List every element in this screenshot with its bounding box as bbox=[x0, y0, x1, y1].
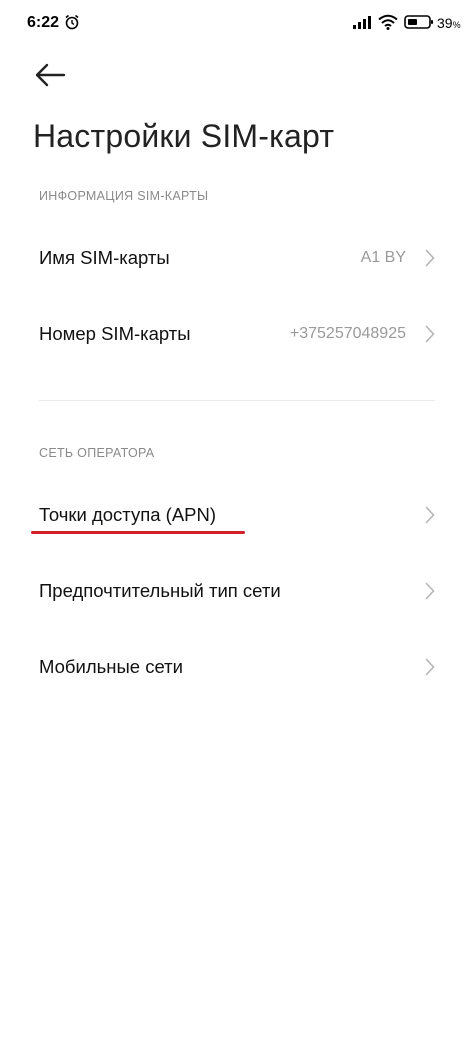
signal-icon bbox=[353, 16, 371, 29]
chevron-right-icon bbox=[425, 249, 435, 267]
chevron-right-icon bbox=[425, 658, 435, 676]
chevron-right-icon bbox=[425, 506, 435, 524]
row-access-points-apn[interactable]: Точки доступа (APN) bbox=[0, 480, 474, 550]
arrow-left-icon bbox=[35, 63, 66, 87]
page-title: Настройки SIM-карт bbox=[33, 118, 335, 154]
status-bar: 6:22 39% bbox=[0, 0, 474, 44]
row-label: Имя SIM-карты bbox=[39, 247, 170, 268]
row-label: Мобильные сети bbox=[39, 656, 183, 677]
row-label: Точки доступа (APN) bbox=[39, 504, 217, 525]
battery-icon bbox=[404, 15, 433, 29]
row-label: Номер SIM-карты bbox=[39, 323, 191, 344]
row-preferred-network-type[interactable]: Предпочтительный тип сети bbox=[0, 556, 474, 626]
row-label: Предпочтительный тип сети bbox=[39, 580, 281, 601]
battery-percentage: 39% bbox=[437, 15, 461, 31]
chevron-right-icon bbox=[425, 325, 435, 343]
row-value: A1 BY bbox=[360, 249, 406, 266]
highlight-underline bbox=[31, 531, 245, 534]
status-time: 6:22 bbox=[27, 14, 60, 31]
alarm-icon bbox=[65, 14, 79, 30]
back-button[interactable] bbox=[34, 60, 74, 90]
chevron-right-icon bbox=[425, 582, 435, 600]
row-sim-name[interactable]: Имя SIM-карты A1 BY bbox=[0, 223, 474, 293]
divider bbox=[39, 400, 435, 401]
row-mobile-networks[interactable]: Мобильные сети bbox=[0, 632, 474, 702]
row-sim-number[interactable]: Номер SIM-карты +375257048925 bbox=[0, 299, 474, 369]
section-header-sim-info: ИНФОРМАЦИЯ SIM-КАРТЫ bbox=[39, 189, 209, 203]
row-value: +375257048925 bbox=[289, 325, 406, 342]
wifi-icon bbox=[378, 14, 398, 30]
section-header-operator-network: СЕТЬ ОПЕРАТОРА bbox=[39, 446, 155, 460]
